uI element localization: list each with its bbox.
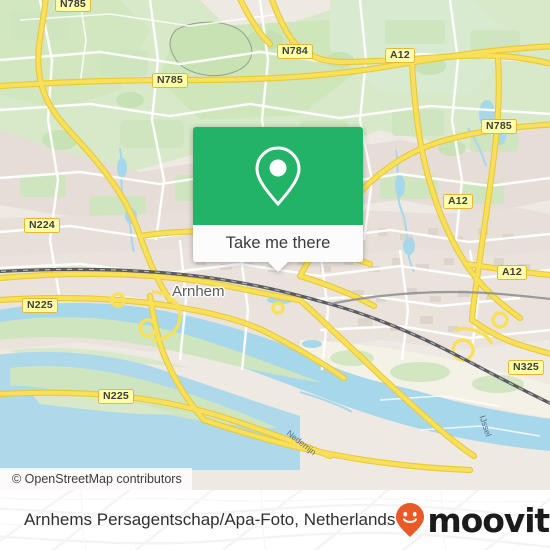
road-shield-n325: N325: [508, 360, 544, 375]
callout-tail-arrow: [267, 261, 289, 272]
take-me-there-callout[interactable]: Take me there: [193, 127, 363, 272]
place-label-arnhem: Arnhem: [172, 283, 225, 300]
road-shield-n784: N784: [277, 44, 313, 59]
road-shield-a12: A12: [443, 194, 473, 209]
location-title: Arnhems Persagentschap/Apa-Foto, Netherl…: [24, 510, 396, 529]
moovit-wordmark: moovit: [427, 500, 550, 540]
road-shield-n785: N785: [55, 0, 91, 12]
moovit-pin-smiley-icon: [396, 503, 425, 537]
map-pin-icon: [255, 146, 301, 207]
callout-action-area[interactable]: Take me there: [193, 225, 363, 262]
road-shield-n785: N785: [152, 73, 188, 88]
osm-attribution[interactable]: © OpenStreetMap contributors: [0, 468, 192, 490]
callout-icon-area: [193, 127, 363, 225]
road-shield-n225: N225: [22, 298, 58, 313]
moovit-map-share-card: Arnhem Nederrijn IJssel N785 N785 N784 A…: [0, 0, 550, 550]
moovit-brand-logo[interactable]: moovit: [395, 500, 550, 540]
take-me-there-label: Take me there: [225, 234, 331, 252]
road-shield-n224: N224: [24, 218, 60, 233]
footer-content: Arnhems Persagentschap/Apa-Foto, Netherl…: [0, 490, 550, 550]
map-canvas[interactable]: Arnhem Nederrijn IJssel N785 N785 N784 A…: [0, 0, 550, 490]
road-shield-n225: N225: [98, 389, 134, 404]
road-shield-n785: N785: [481, 119, 517, 134]
footer-bar: Arnhems Persagentschap/Apa-Foto, Netherl…: [0, 490, 550, 550]
road-shield-a12: A12: [385, 48, 415, 63]
road-shield-a12: A12: [497, 265, 527, 280]
